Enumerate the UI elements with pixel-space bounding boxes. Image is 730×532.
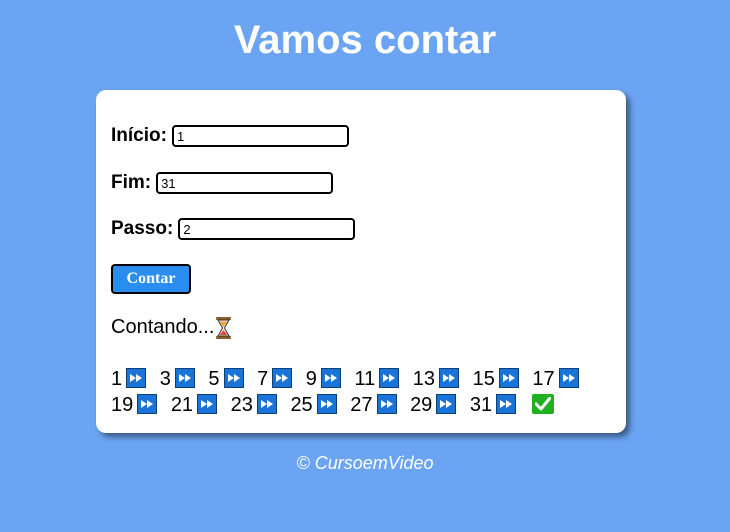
count-number: 9 [305, 368, 317, 390]
count-number: 25 [290, 394, 313, 416]
fast-forward-icon [379, 368, 400, 388]
count-number: 11 [354, 368, 376, 390]
count-number: 5 [208, 368, 220, 390]
count-number: 7 [257, 368, 269, 390]
fim-label: Fim: [111, 172, 152, 193]
counter-card: Início: Fim: Passo: Contar Contando... 1… [96, 90, 626, 433]
fim-row: Fim: [111, 172, 334, 194]
fast-forward-icon [496, 394, 517, 414]
inicio-label: Início: [111, 125, 167, 146]
fast-forward-icon [320, 368, 341, 388]
fast-forward-icon [174, 368, 195, 388]
count-number: 3 [159, 368, 171, 390]
status-text: Contando... [111, 316, 215, 338]
count-number: 31 [469, 394, 493, 416]
count-number: 1 [111, 368, 123, 390]
fast-forward-icon [498, 368, 519, 388]
check-mark-icon [531, 394, 554, 414]
count-number: 13 [412, 368, 436, 390]
count-number: 15 [472, 368, 495, 390]
page-title: Vamos contar [233, 18, 497, 62]
fim-input[interactable] [156, 172, 334, 194]
fast-forward-icon [272, 368, 293, 388]
fast-forward-icon [223, 368, 244, 388]
status-message: Contando... [111, 316, 232, 339]
fast-forward-icon [197, 394, 218, 414]
count-number: 23 [230, 394, 253, 416]
count-number: 19 [111, 394, 134, 416]
count-number: 17 [532, 368, 555, 390]
hourglass-icon [216, 316, 232, 339]
fast-forward-icon [126, 368, 147, 388]
fast-forward-icon [137, 394, 158, 414]
inicio-row: Início: [111, 125, 349, 147]
fast-forward-icon [376, 394, 397, 414]
fast-forward-icon [439, 368, 460, 388]
count-number: 21 [170, 394, 194, 416]
passo-row: Passo: [111, 218, 356, 240]
passo-label: Passo: [111, 218, 174, 239]
count-number: 27 [350, 394, 373, 416]
passo-input[interactable] [178, 218, 356, 240]
count-number: 29 [410, 394, 433, 416]
contar-button[interactable]: Contar [111, 264, 191, 294]
count-results: 1 3 5 7 9 11 13 15 17 19 21 23 25 27 29 … [111, 366, 611, 418]
fast-forward-icon [316, 394, 337, 414]
inicio-input[interactable] [171, 125, 349, 147]
footer-credit: © CursoemVideo [296, 453, 434, 473]
fast-forward-icon [558, 368, 579, 388]
fast-forward-icon [436, 394, 457, 414]
fast-forward-icon [256, 394, 277, 414]
